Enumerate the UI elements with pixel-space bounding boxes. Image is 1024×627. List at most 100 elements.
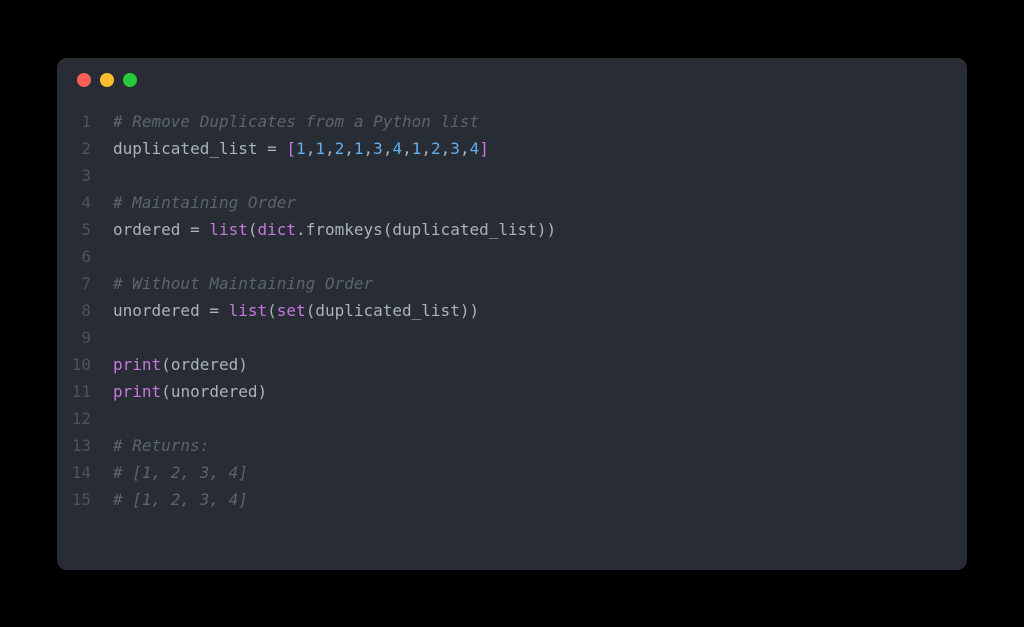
code-line: 12 [57, 405, 967, 432]
number-token: 1 [296, 139, 306, 158]
line-number: 12 [57, 405, 113, 432]
code-line: 4 # Maintaining Order [57, 189, 967, 216]
line-number: 13 [57, 432, 113, 459]
code-content: unordered = list(set(duplicated_list)) [113, 297, 479, 324]
code-line: 1 # Remove Duplicates from a Python list [57, 108, 967, 135]
code-content: # Remove Duplicates from a Python list [113, 108, 479, 135]
variable-token: ordered [113, 220, 180, 239]
code-content: ordered = list(dict.fromkeys(duplicated_… [113, 216, 556, 243]
paren-token: ( [267, 301, 277, 320]
comment-token: # [1, 2, 3, 4] [113, 463, 248, 482]
line-number: 1 [57, 108, 113, 135]
bracket-token: ] [479, 139, 489, 158]
line-number: 8 [57, 297, 113, 324]
minimize-icon[interactable] [100, 73, 114, 87]
variable-token: duplicated_list [315, 301, 460, 320]
comment-token: # [1, 2, 3, 4] [113, 490, 248, 509]
line-number: 9 [57, 324, 113, 351]
punct-token: , [364, 139, 374, 158]
code-line: 9 [57, 324, 967, 351]
line-number: 14 [57, 459, 113, 486]
paren-token: ) [258, 382, 268, 401]
code-area: 1 # Remove Duplicates from a Python list… [57, 102, 967, 533]
operator-token: = [258, 139, 287, 158]
code-line: 3 [57, 162, 967, 189]
builtin-token: dict [258, 220, 297, 239]
code-content: # Without Maintaining Order [113, 270, 373, 297]
number-token: 4 [392, 139, 402, 158]
paren-token: ) [469, 301, 479, 320]
code-content: duplicated_list = [1,1,2,1,3,4,1,2,3,4] [113, 135, 489, 162]
code-line: 6 [57, 243, 967, 270]
code-line: 8 unordered = list(set(duplicated_list)) [57, 297, 967, 324]
number-token: 2 [335, 139, 345, 158]
number-token: 4 [470, 139, 480, 158]
punct-token: , [383, 139, 393, 158]
code-line: 13 # Returns: [57, 432, 967, 459]
variable-token: unordered [171, 382, 258, 401]
code-content: print(unordered) [113, 378, 267, 405]
number-token: 2 [431, 139, 441, 158]
code-content: print(ordered) [113, 351, 248, 378]
line-number: 4 [57, 189, 113, 216]
code-content: # Maintaining Order [113, 189, 296, 216]
code-content: # [1, 2, 3, 4] [113, 486, 248, 513]
operator-token: = [200, 301, 229, 320]
zoom-icon[interactable] [123, 73, 137, 87]
variable-token: duplicated_list [113, 139, 258, 158]
number-token: 1 [412, 139, 422, 158]
builtin-token: print [113, 382, 161, 401]
builtin-token: list [229, 301, 268, 320]
variable-token: ordered [171, 355, 238, 374]
paren-token: ( [383, 220, 393, 239]
punct-token: , [460, 139, 470, 158]
bracket-token: [ [286, 139, 296, 158]
variable-token: unordered [113, 301, 200, 320]
comment-token: # Returns: [113, 436, 209, 455]
punct-token: , [306, 139, 316, 158]
code-line: 7 # Without Maintaining Order [57, 270, 967, 297]
number-token: 1 [315, 139, 325, 158]
punct-token: , [402, 139, 412, 158]
method-token: fromkeys [306, 220, 383, 239]
punct-token: , [344, 139, 354, 158]
code-content: # Returns: [113, 432, 209, 459]
number-token: 1 [354, 139, 364, 158]
comment-token: # Remove Duplicates from a Python list [113, 112, 479, 131]
line-number: 15 [57, 486, 113, 513]
code-line: 11 print(unordered) [57, 378, 967, 405]
punct-token: , [421, 139, 431, 158]
paren-token: ) [537, 220, 547, 239]
code-window: 1 # Remove Duplicates from a Python list… [57, 58, 967, 570]
paren-token: ) [547, 220, 557, 239]
paren-token: ( [161, 382, 171, 401]
paren-token: ) [238, 355, 248, 374]
paren-token: ( [248, 220, 258, 239]
code-line: 14 # [1, 2, 3, 4] [57, 459, 967, 486]
titlebar [57, 58, 967, 102]
close-icon[interactable] [77, 73, 91, 87]
paren-token: ( [306, 301, 316, 320]
code-line: 5 ordered = list(dict.fromkeys(duplicate… [57, 216, 967, 243]
comment-token: # Without Maintaining Order [113, 274, 373, 293]
operator-token: = [180, 220, 209, 239]
line-number: 7 [57, 270, 113, 297]
builtin-token: list [209, 220, 248, 239]
code-line: 2 duplicated_list = [1,1,2,1,3,4,1,2,3,4… [57, 135, 967, 162]
builtin-token: set [277, 301, 306, 320]
line-number: 3 [57, 162, 113, 189]
builtin-token: print [113, 355, 161, 374]
punct-token: , [441, 139, 451, 158]
line-number: 6 [57, 243, 113, 270]
line-number: 10 [57, 351, 113, 378]
number-token: 3 [373, 139, 383, 158]
code-content: # [1, 2, 3, 4] [113, 459, 248, 486]
line-number: 5 [57, 216, 113, 243]
line-number: 11 [57, 378, 113, 405]
number-token: 3 [450, 139, 460, 158]
line-number: 2 [57, 135, 113, 162]
code-line: 10 print(ordered) [57, 351, 967, 378]
code-line: 15 # [1, 2, 3, 4] [57, 486, 967, 513]
comment-token: # Maintaining Order [113, 193, 296, 212]
paren-token: ( [161, 355, 171, 374]
